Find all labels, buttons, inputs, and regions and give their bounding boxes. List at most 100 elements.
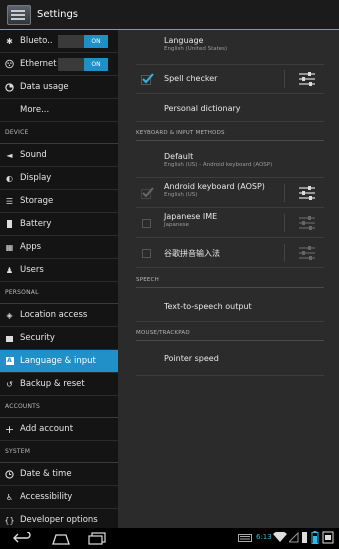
section-header-device: DEVICE (0, 122, 118, 144)
backup-icon: ↺ (6, 379, 13, 389)
sidebar-item-backup-reset[interactable]: ↺ Backup & reset (0, 373, 118, 396)
sidebar-item-label: Ethernet (20, 59, 57, 69)
sidebar-item-label: Date & time (20, 469, 72, 479)
ethernet-toggle[interactable]: ON (58, 58, 108, 71)
sound-icon: ◄ (6, 150, 13, 160)
language-title: Language (164, 36, 204, 45)
divider (284, 214, 285, 232)
sidebar-item-apps[interactable]: ▦ Apps (0, 236, 118, 259)
language-row[interactable]: Language English (United States) (136, 36, 324, 65)
settings-sidebar: ✱ Blueto.. ON Ethernet ON Data usage Mor… (0, 30, 118, 528)
japanese-ime-checkbox[interactable] (142, 219, 151, 228)
sidebar-item-developer-options[interactable]: {} Developer options (0, 509, 118, 528)
pinyin-ime-settings-icon (299, 246, 315, 260)
section-divider (136, 340, 324, 341)
battery-icon (5, 220, 14, 229)
apps-icon: ▦ (5, 242, 14, 252)
sidebar-item-label: Blueto.. (20, 36, 53, 46)
system-navigation-bar: 6:13 (0, 528, 339, 549)
sidebar-item-label: Add account (20, 424, 74, 434)
home-icon[interactable] (52, 532, 70, 545)
screenshot-notification-icon (322, 531, 334, 544)
divider (284, 184, 285, 202)
aosp-keyboard-row[interactable]: Android keyboard (AOSP) English (US) (136, 178, 324, 208)
sidebar-item-label: Users (20, 265, 44, 275)
sidebar-item-label: More... (20, 105, 50, 115)
aosp-keyboard-subtitle: English (US) (164, 192, 198, 198)
japanese-ime-subtitle: Japanese (164, 222, 189, 228)
sidebar-item-ethernet[interactable]: Ethernet ON (0, 53, 118, 76)
ethernet-icon (5, 59, 14, 69)
aosp-keyboard-settings-icon[interactable] (298, 185, 316, 201)
spell-checker-title: Spell checker (164, 74, 218, 83)
section-header-system: SYSTEM (0, 441, 118, 463)
spell-checker-row[interactable]: Spell checker (136, 65, 324, 94)
spell-checker-settings-icon[interactable] (298, 71, 316, 87)
default-keyboard-row[interactable]: Default English (US) - Android keyboard … (136, 148, 324, 178)
storage-icon: ☰ (5, 196, 14, 206)
sidebar-item-more[interactable]: More... (0, 99, 118, 122)
sidebar-item-label: Apps (20, 242, 42, 252)
usb-icon (302, 532, 307, 543)
sidebar-item-label: Sound (20, 150, 47, 160)
sidebar-item-date-time[interactable]: Date & time (0, 463, 118, 486)
sidebar-item-add-account[interactable]: + Add account (0, 418, 118, 441)
spell-checker-checkbox[interactable] (141, 73, 154, 85)
sidebar-item-label: Language & input (20, 356, 96, 366)
wifi-icon (273, 532, 287, 542)
keyboard-input-methods-header: KEYBOARD & INPUT METHODS (136, 130, 225, 136)
japanese-ime-settings-icon (299, 216, 315, 230)
pinyin-ime-title: 谷歌拼音输入法 (164, 249, 220, 258)
section-header-personal: PERSONAL (0, 282, 118, 304)
section-divider (136, 140, 324, 141)
sidebar-item-language-input[interactable]: A Language & input (0, 350, 118, 373)
pointer-speed-row[interactable]: Pointer speed (136, 346, 324, 376)
personal-dictionary-title: Personal dictionary (164, 104, 241, 113)
battery-icon (311, 531, 319, 544)
divider (284, 70, 285, 88)
sidebar-item-label: Display (20, 173, 52, 183)
display-icon: ◐ (6, 173, 13, 183)
sidebar-item-bluetooth[interactable]: ✱ Blueto.. ON (0, 30, 118, 53)
back-icon[interactable] (12, 532, 32, 544)
aosp-keyboard-title: Android keyboard (AOSP) (164, 182, 265, 191)
users-icon: ♟ (5, 265, 14, 275)
section-header-accounts: ACCOUNTS (0, 396, 118, 418)
bluetooth-icon: ✱ (6, 36, 13, 46)
clock-time: 6:13 (256, 533, 272, 541)
sidebar-item-sound[interactable]: ◄ Sound (0, 144, 118, 167)
pinyin-ime-checkbox[interactable] (142, 249, 151, 258)
text-to-speech-row[interactable]: Text-to-speech output (136, 292, 324, 322)
speech-header: SPEECH (136, 277, 159, 283)
sidebar-item-label: Location access (20, 310, 88, 320)
sidebar-item-label: Data usage (20, 82, 69, 92)
japanese-ime-title: Japanese IME (164, 212, 218, 221)
sidebar-item-security[interactable]: Security (0, 327, 118, 350)
sidebar-item-accessibility[interactable]: ♿ Accessibility (0, 486, 118, 509)
sidebar-item-battery[interactable]: Battery (0, 213, 118, 236)
lock-icon (5, 334, 14, 343)
pinyin-ime-row[interactable]: 谷歌拼音输入法 (136, 238, 324, 268)
sidebar-item-users[interactable]: ♟ Users (0, 259, 118, 282)
sidebar-item-label: Backup & reset (20, 379, 85, 389)
sidebar-item-label: Battery (20, 219, 52, 229)
data-usage-icon (5, 82, 14, 92)
page-title: Settings (37, 9, 79, 20)
accessibility-icon: ♿ (5, 492, 14, 502)
bluetooth-toggle[interactable]: ON (58, 35, 108, 48)
sidebar-item-label: Security (20, 333, 55, 343)
sidebar-item-location[interactable]: ◈ Location access (0, 304, 118, 327)
japanese-ime-row[interactable]: Japanese IME Japanese (136, 208, 324, 238)
aosp-keyboard-checkbox[interactable] (141, 187, 154, 199)
settings-app-icon[interactable] (7, 4, 31, 25)
sidebar-item-label: Storage (20, 196, 54, 206)
section-divider (136, 287, 324, 288)
default-keyboard-subtitle: English (US) - Android keyboard (AOSP) (164, 162, 273, 168)
sidebar-item-display[interactable]: ◐ Display (0, 167, 118, 190)
recent-apps-icon[interactable] (88, 532, 106, 545)
language-subtitle: English (United States) (164, 46, 228, 52)
sidebar-item-data-usage[interactable]: Data usage (0, 76, 118, 99)
personal-dictionary-row[interactable]: Personal dictionary (136, 94, 324, 122)
location-icon: ◈ (6, 310, 13, 320)
sidebar-item-storage[interactable]: ☰ Storage (0, 190, 118, 213)
